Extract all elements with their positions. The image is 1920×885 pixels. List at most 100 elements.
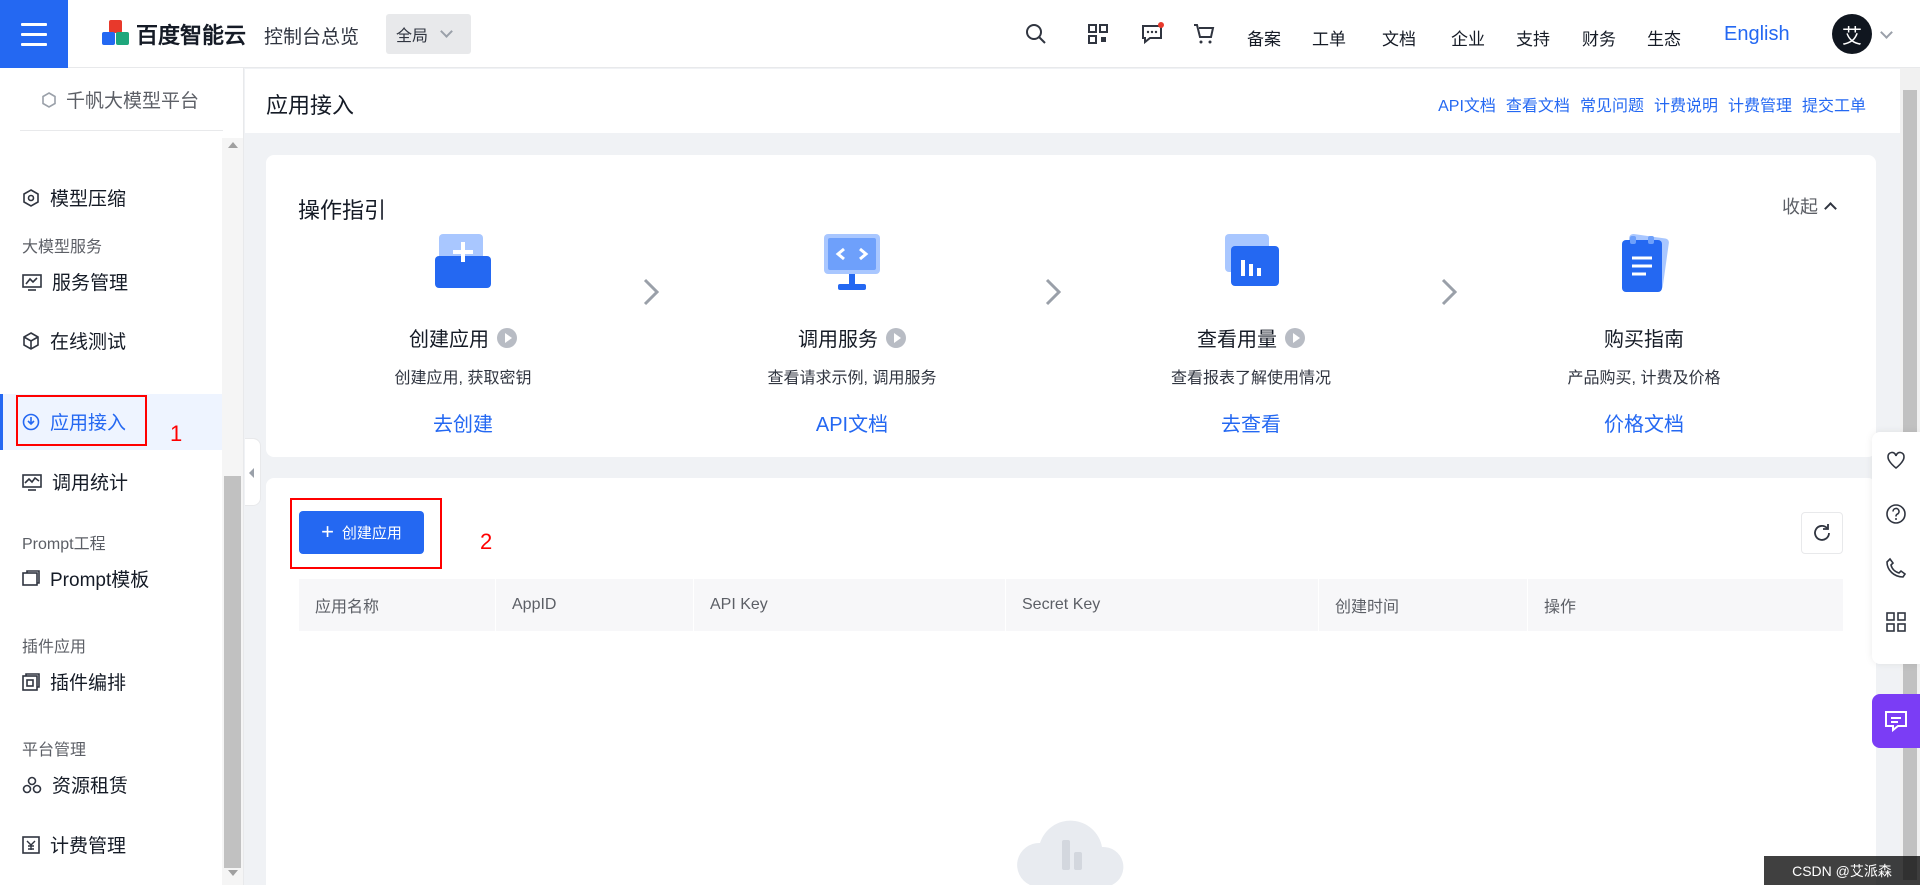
search-icon[interactable] (1024, 22, 1048, 46)
column-appid: AppID (496, 579, 694, 631)
step-name: 购买指南 (1604, 329, 1684, 351)
sidebar-item-billing[interactable]: 计费管理 (22, 831, 126, 858)
api-docs-link[interactable]: API文档 (702, 408, 1002, 437)
model-compress-icon (23, 188, 39, 207)
link-billing-manage[interactable]: 计费管理 (1728, 92, 1792, 116)
nav-ticket[interactable]: 工单 (1312, 25, 1346, 50)
chevron-down-icon[interactable] (1880, 26, 1893, 39)
sidebar-item-prompt-template[interactable]: Prompt模板 (22, 565, 149, 592)
platform-icon (42, 91, 56, 108)
go-create-link[interactable]: 去创建 (313, 408, 613, 437)
sidebar-item-model-compress[interactable]: 模型压缩 (22, 184, 126, 211)
collapse-label: 收起 (1782, 197, 1818, 217)
sidebar-item-label: 调用统计 (52, 473, 129, 494)
sidebar-scroll-thumb[interactable] (224, 476, 241, 868)
baidu-cloud-logo-icon (102, 20, 130, 48)
column-secret-key: Secret Key (1006, 579, 1319, 631)
heart-icon[interactable] (1885, 449, 1907, 471)
console-overview-link[interactable]: 控制台总览 (264, 22, 359, 49)
refresh-icon (1814, 524, 1830, 541)
step-desc: 查看请求示例, 调用服务 (767, 370, 937, 387)
link-billing-desc[interactable]: 计费说明 (1654, 92, 1718, 116)
nav-support[interactable]: 支持 (1516, 25, 1550, 50)
hamburger-menu-button[interactable] (0, 0, 68, 68)
sidebar-item-call-stats[interactable]: 调用统计 (22, 468, 128, 495)
step-name: 调用服务 (798, 329, 878, 351)
sidebar-item-label: 计费管理 (50, 836, 127, 857)
prompt-template-icon (22, 569, 40, 586)
page-title: 应用接入 (266, 93, 355, 118)
column-api-key: API Key (694, 579, 1006, 631)
sidebar-item-label: 模型压缩 (50, 189, 127, 210)
top-bar: 百度智能云 控制台总览 全局 备案 工单 文档 企业 支持 财务 生态 Engl… (0, 0, 1920, 68)
play-video-icon[interactable] (497, 327, 517, 348)
chat-icon (1885, 711, 1907, 733)
active-indicator (0, 394, 3, 450)
nav-docs[interactable]: 文档 (1382, 25, 1416, 50)
plugin-icon (22, 672, 40, 691)
csdn-watermark: CSDN @艾派森 (1764, 856, 1920, 885)
sidebar: 千帆大模型平台 模型压缩 大模型服务 服务管理 在线测试 应用接入 调用统计 P… (0, 68, 244, 885)
nav-filing[interactable]: 备案 (1247, 25, 1281, 50)
scroll-down-icon[interactable] (228, 870, 238, 876)
scope-select[interactable]: 全局 (386, 14, 471, 54)
resource-icon (22, 776, 42, 793)
online-test-icon (23, 331, 39, 350)
chevron-up-icon (1824, 202, 1837, 215)
guide-title: 操作指引 (298, 198, 387, 223)
usage-illustration-icon (1225, 234, 1279, 286)
annotation-label-2: 2 (480, 529, 493, 554)
platform-label: 千帆大模型平台 (66, 91, 200, 112)
step-name: 创建应用 (409, 329, 489, 351)
sidebar-group-llm-service: 大模型服务 (22, 239, 103, 256)
link-faq[interactable]: 常见问题 (1580, 92, 1644, 116)
baidu-cloud-logo[interactable]: 百度智能云 (102, 18, 246, 50)
nav-enterprise[interactable]: 企业 (1451, 25, 1485, 50)
guide-step-call: 调用服务 查看请求示例, 调用服务 API文档 (702, 232, 1002, 437)
scope-value: 全局 (396, 28, 429, 45)
apps-grid-icon[interactable] (1885, 611, 1907, 633)
link-view-docs[interactable]: 查看文档 (1506, 92, 1570, 116)
call-stats-icon (22, 473, 42, 491)
service-manage-icon (22, 273, 42, 291)
nav-finance[interactable]: 财务 (1582, 25, 1616, 50)
scroll-up-icon[interactable] (228, 142, 238, 148)
sidebar-item-resource[interactable]: 资源租赁 (22, 771, 128, 798)
platform-title[interactable]: 千帆大模型平台 (40, 86, 199, 113)
purchase-guide-illustration-icon (1622, 233, 1669, 292)
sidebar-item-plugin[interactable]: 插件编排 (22, 668, 126, 695)
play-video-icon[interactable] (1285, 327, 1305, 348)
sidebar-item-online-test[interactable]: 在线测试 (22, 327, 126, 354)
go-view-link[interactable]: 去查看 (1101, 408, 1401, 437)
annotation-box-2 (290, 498, 442, 569)
link-api-docs[interactable]: API文档 (1438, 92, 1496, 116)
phone-icon[interactable] (1885, 557, 1907, 579)
price-docs-link[interactable]: 价格文档 (1494, 408, 1794, 437)
sidebar-item-service-manage[interactable]: 服务管理 (22, 268, 128, 295)
sidebar-group-platform: 平台管理 (22, 742, 87, 759)
sidebar-item-label: 服务管理 (52, 273, 129, 294)
sidebar-item-label: Prompt模板 (50, 570, 150, 591)
sidebar-item-label: 在线测试 (50, 332, 127, 353)
message-icon[interactable] (1140, 22, 1164, 46)
sidebar-collapse-button[interactable] (245, 438, 261, 506)
language-switch[interactable]: English (1724, 23, 1790, 46)
header-links: API文档 查看文档 常见问题 计费说明 计费管理 提交工单 (1438, 92, 1866, 116)
step-arrow-icon (1441, 278, 1457, 306)
play-video-icon[interactable] (886, 327, 906, 348)
avatar[interactable]: 艾 (1832, 14, 1872, 54)
nav-ecosystem[interactable]: 生态 (1647, 25, 1681, 50)
column-actions: 操作 (1528, 579, 1844, 631)
refresh-button[interactable] (1801, 512, 1843, 554)
link-submit-ticket[interactable]: 提交工单 (1802, 92, 1866, 116)
collapse-guide-button[interactable]: 收起 (1782, 193, 1837, 219)
chat-button[interactable] (1872, 694, 1920, 748)
guide-step-usage: 查看用量 查看报表了解使用情况 去查看 (1101, 232, 1401, 437)
chevron-down-icon (440, 25, 453, 38)
empty-state-cloud-icon (1017, 820, 1124, 885)
step-desc: 创建应用, 获取密钥 (394, 370, 532, 387)
help-icon[interactable] (1885, 503, 1907, 525)
cart-icon[interactable] (1192, 22, 1216, 46)
qrcode-icon[interactable] (1086, 22, 1110, 46)
billing-icon (22, 835, 40, 854)
